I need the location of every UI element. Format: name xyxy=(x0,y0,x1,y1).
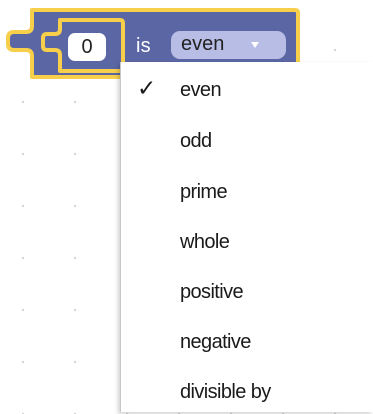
dropdown-selected-value: even xyxy=(181,33,225,55)
menu-item-positive[interactable]: positive xyxy=(121,270,373,314)
menu-item-label: even xyxy=(180,79,222,101)
menu-item-odd[interactable]: odd xyxy=(121,119,373,163)
menu-item-label: positive xyxy=(180,281,244,303)
menu-item-label: negative xyxy=(180,331,251,353)
is-label: is xyxy=(136,35,151,57)
menu-item-divisible-by[interactable]: divisible by xyxy=(121,370,373,414)
checkmark-icon: ✓ xyxy=(137,76,157,102)
number-field[interactable]: 0 xyxy=(68,33,106,61)
menu-item-label: odd xyxy=(180,130,212,152)
triangle-down-icon xyxy=(251,42,259,48)
menu-item-prime[interactable]: prime xyxy=(121,170,373,214)
menu-item-even[interactable]: ✓ even xyxy=(121,68,373,112)
menu-item-label: prime xyxy=(180,181,228,203)
menu-item-label: divisible by xyxy=(180,381,271,403)
dropdown-menu: ✓ even odd prime whole positive negative… xyxy=(120,62,373,412)
menu-item-negative[interactable]: negative xyxy=(121,320,373,364)
menu-item-whole[interactable]: whole xyxy=(121,220,373,264)
menu-item-label: whole xyxy=(180,231,230,253)
property-dropdown[interactable]: even xyxy=(171,31,286,59)
